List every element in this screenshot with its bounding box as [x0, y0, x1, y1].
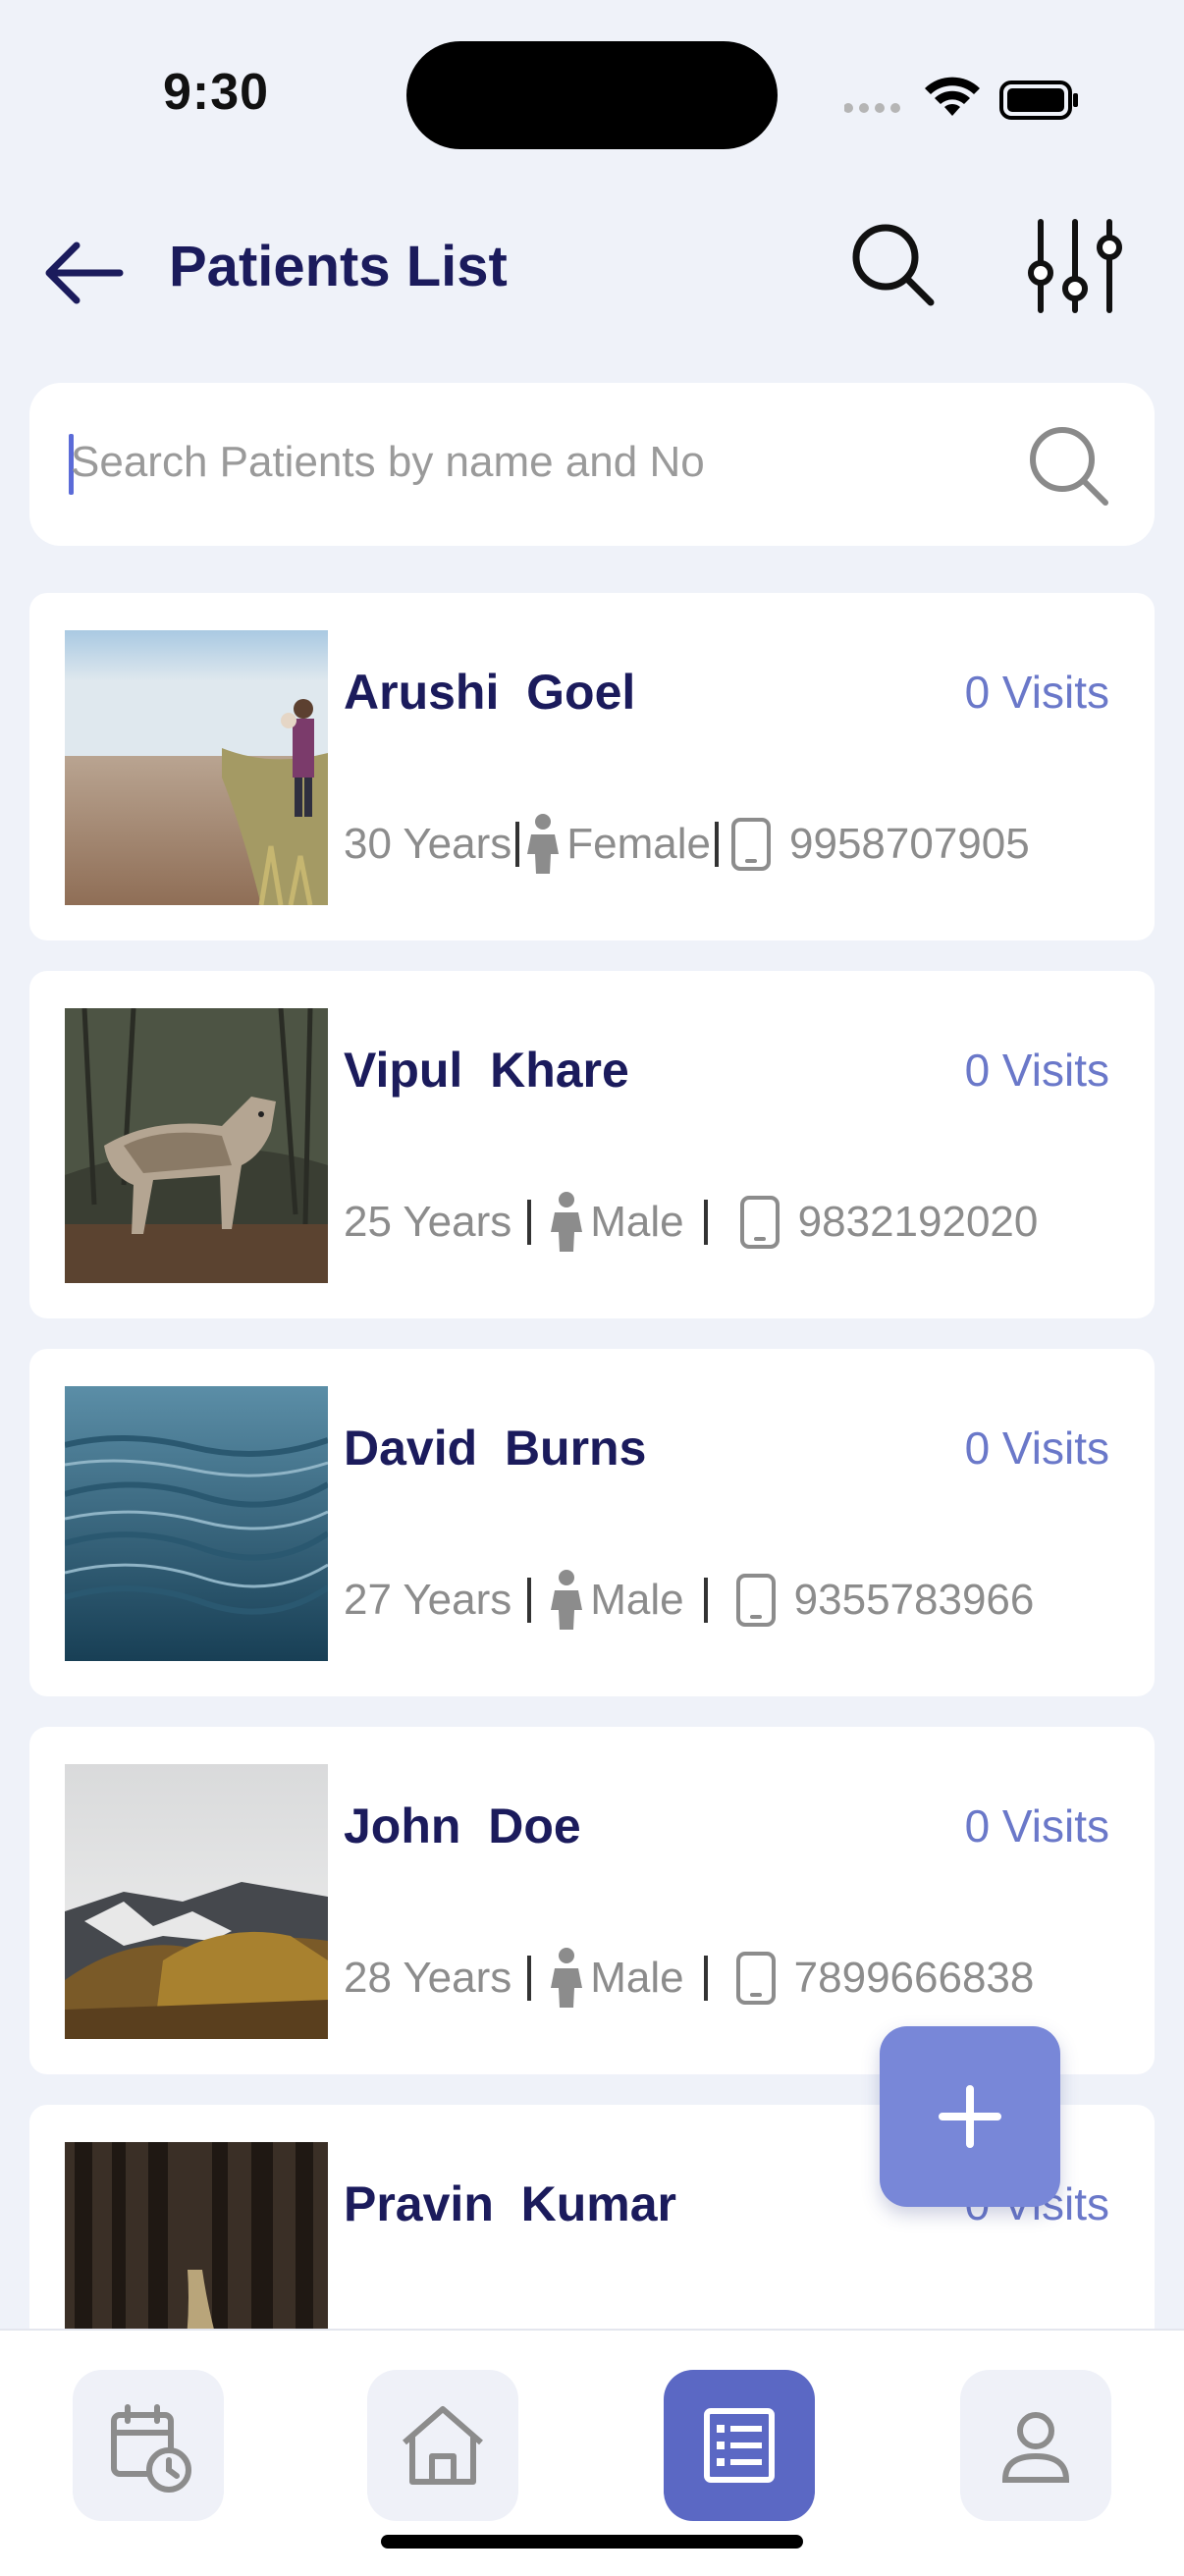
patient-photo [65, 630, 328, 905]
patient-photo [65, 1008, 328, 1283]
patient-phone: 7899666838 [793, 1954, 1035, 2002]
patient-visits: 0 Visits [964, 1422, 1109, 1474]
search-input[interactable]: Search Patients by name and No [71, 438, 705, 487]
separator [703, 1200, 708, 1245]
patient-phone: 9958707905 [789, 820, 1030, 868]
status-icons [844, 77, 1078, 120]
home-indicator [381, 2535, 803, 2549]
patient-visits: 0 Visits [964, 667, 1109, 718]
header: Patients List [0, 187, 1184, 344]
patient-card[interactable]: David Burns 0 Visits 27 Years Male 93557… [29, 1349, 1155, 1696]
person-icon [527, 814, 560, 874]
patient-age: 27 Years [344, 1576, 512, 1624]
patient-name: David Burns [344, 1421, 647, 1476]
profile-icon [1001, 2412, 1070, 2483]
patient-gender: Male [590, 1198, 684, 1246]
list-icon [704, 2408, 775, 2483]
add-patient-button[interactable] [880, 2026, 1060, 2207]
patient-name: John Doe [344, 1798, 581, 1853]
calendar-clock-icon [111, 2404, 191, 2493]
separator [515, 822, 520, 867]
patient-meta: 30 Years Female 9958707905 [344, 807, 1139, 882]
person-icon [551, 1192, 583, 1252]
patient-name: Arushi Goel [344, 665, 636, 720]
nav-profile[interactable] [960, 2370, 1111, 2521]
phone-icon [735, 1574, 776, 1627]
patient-meta: 25 Years Male 9832192020 [344, 1185, 1139, 1260]
patient-visits: 0 Visits [964, 1800, 1109, 1852]
person-icon [551, 1948, 583, 2008]
status-bar: 9:30 [0, 0, 1184, 149]
nav-home[interactable] [367, 2370, 518, 2521]
search-box[interactable]: Search Patients by name and No [29, 383, 1155, 546]
separator [703, 1956, 708, 2001]
patient-age: 25 Years [344, 1198, 512, 1246]
status-time: 9:30 [163, 64, 270, 121]
patient-photo [65, 1386, 328, 1661]
patient-gender: Male [590, 1576, 684, 1624]
page-title: Patients List [169, 235, 508, 298]
patient-card[interactable]: John Doe 0 Visits 28 Years Male 78996668… [29, 1727, 1155, 2074]
plus-icon [939, 2085, 1001, 2148]
patient-gender: Male [590, 1954, 684, 2002]
patient-phone: 9832192020 [797, 1198, 1039, 1246]
phone-icon [735, 1952, 776, 2005]
nav-patients-list[interactable] [664, 2370, 815, 2521]
patient-gender: Female [566, 820, 711, 868]
home-icon [403, 2406, 483, 2485]
dynamic-island [406, 41, 778, 149]
patient-meta: 27 Years Male 9355783966 [344, 1563, 1139, 1637]
person-icon [551, 1570, 583, 1630]
patient-visits: 0 Visits [964, 1045, 1109, 1096]
patient-age: 28 Years [344, 1954, 512, 2002]
patient-meta: 28 Years Male 7899666838 [344, 1941, 1139, 2015]
patient-photo [65, 1764, 328, 2039]
separator [527, 1956, 532, 2001]
separator [715, 822, 719, 867]
separator [527, 1200, 532, 1245]
patient-phone: 9355783966 [793, 1576, 1035, 1624]
wifi-icon [925, 77, 980, 116]
nav-appointments[interactable] [73, 2370, 224, 2521]
patient-card[interactable]: Arushi Goel 0 Visits 30 Years Female 995… [29, 593, 1155, 940]
signal-icon [844, 103, 900, 113]
search-icon[interactable] [1021, 418, 1115, 512]
patient-name: Vipul Khare [344, 1043, 629, 1098]
battery-icon [999, 80, 1078, 120]
patient-card[interactable]: Vipul Khare 0 Visits 25 Years Male 98321… [29, 971, 1155, 1318]
search-icon[interactable] [844, 216, 942, 314]
filter-sliders-icon[interactable] [1021, 212, 1129, 320]
patient-age: 30 Years [344, 820, 512, 868]
separator [703, 1578, 708, 1623]
separator [527, 1578, 532, 1623]
phone-icon [739, 1196, 780, 1249]
back-arrow-icon[interactable] [37, 226, 132, 320]
phone-icon [731, 818, 771, 871]
patient-name: Pravin Kumar [344, 2176, 677, 2231]
